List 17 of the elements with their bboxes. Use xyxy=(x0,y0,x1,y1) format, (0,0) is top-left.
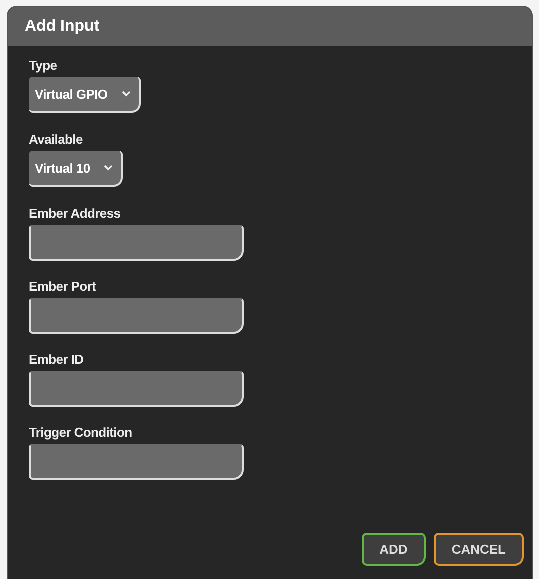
cancel-button[interactable]: CANCEL xyxy=(434,533,524,566)
input-field[interactable] xyxy=(29,444,244,480)
caret-icon xyxy=(122,91,131,97)
field-label: Available xyxy=(29,132,83,149)
add-button[interactable]: ADD xyxy=(362,533,426,566)
dropdown[interactable]: Virtual 10 xyxy=(29,151,124,187)
input-field[interactable] xyxy=(29,371,244,407)
field-label: Type xyxy=(29,58,58,75)
field-label: Trigger Condition xyxy=(29,425,132,442)
input-field[interactable] xyxy=(29,298,244,334)
input-field[interactable] xyxy=(29,225,244,261)
field-label: Ember Port xyxy=(29,279,96,296)
field-label: Ember Address xyxy=(29,206,121,223)
caret-icon xyxy=(104,165,114,171)
field-label: Ember ID xyxy=(29,352,84,369)
dialog-title: Add Input xyxy=(25,18,100,36)
dropdown[interactable]: Virtual GPIO xyxy=(29,77,141,113)
